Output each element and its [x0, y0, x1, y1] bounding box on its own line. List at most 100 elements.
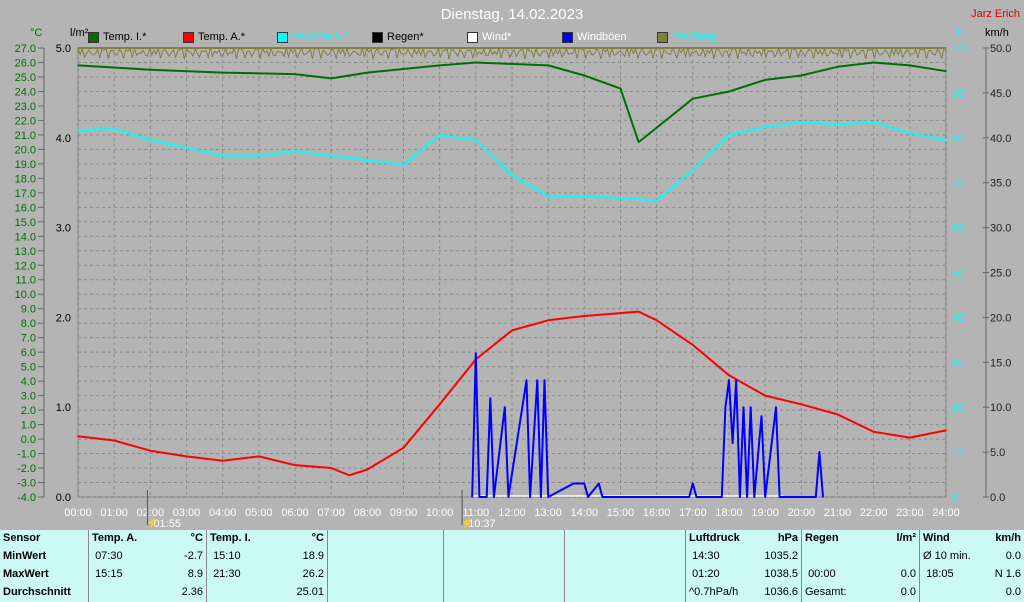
unit: hPa — [777, 532, 798, 544]
x-tick-label: 22:00 — [860, 507, 888, 519]
humidity-tick-label: 60 — [952, 223, 964, 235]
data-point — [822, 496, 824, 498]
cell: 25.01 — [296, 586, 324, 598]
humidity-tick-label: 0 — [952, 492, 958, 504]
temp-tick-label: 17.0 — [15, 188, 36, 200]
temp-tick-label: 12.0 — [15, 260, 36, 272]
data-point — [720, 496, 723, 498]
data-point — [909, 132, 911, 135]
unit: °C — [311, 532, 324, 544]
unit: l/m² — [896, 532, 916, 544]
x-tick-label: 01:00 — [100, 507, 128, 519]
data-point — [583, 482, 586, 485]
data-point — [475, 139, 477, 141]
data-point — [728, 374, 730, 377]
wind-tick-label: 35.0 — [990, 178, 1011, 190]
temp-tick-label: 24.0 — [15, 86, 36, 98]
cell: 26.2 — [302, 568, 324, 580]
temp-tick-label: 8.0 — [21, 318, 36, 330]
data-point — [402, 446, 405, 449]
cell: N 1.6 — [994, 568, 1021, 580]
cell: 0.0 — [900, 568, 916, 580]
x-tick-label: 06:00 — [281, 507, 309, 519]
cell: 0.0 — [900, 586, 916, 598]
axis-unit-label: km/h — [985, 27, 1009, 39]
data-point — [601, 496, 604, 498]
data-point — [485, 496, 488, 498]
data-point — [294, 464, 296, 466]
data-point — [475, 61, 477, 64]
temp-tick-label: 20.0 — [15, 144, 36, 156]
axis-unit-label: l/m² — [70, 27, 89, 39]
wind-tick-label: 45.0 — [990, 88, 1011, 100]
data-point — [692, 169, 694, 171]
x-tick-label: 12:00 — [498, 507, 526, 519]
temp-tick-label: 19.0 — [15, 159, 36, 171]
rain-tick-label: 1.0 — [56, 402, 71, 414]
event-marker-label: 10:37 — [468, 518, 496, 530]
temp-tick-label: 0.0 — [21, 434, 36, 446]
data-point — [655, 126, 658, 129]
temp-tick-label: 9.0 — [21, 304, 36, 316]
wind-tick-label: 5.0 — [990, 447, 1005, 459]
data-point — [471, 496, 474, 498]
temp-tick-label: 22.0 — [15, 115, 36, 127]
data-point — [547, 319, 549, 322]
data-point — [735, 379, 738, 382]
data-point — [478, 496, 481, 498]
temp-tick-label: 14.0 — [15, 231, 36, 243]
data-point — [511, 174, 513, 176]
cell: 1035.2 — [764, 550, 798, 562]
data-point — [688, 496, 691, 498]
x-tick-label: 19:00 — [751, 507, 779, 519]
data-point — [742, 406, 745, 409]
cell: Gesamt: — [805, 586, 847, 598]
data-point — [692, 344, 694, 346]
data-point — [503, 406, 506, 409]
wind-tick-label: 15.0 — [990, 357, 1011, 369]
data-point — [77, 64, 79, 67]
data-point — [149, 68, 152, 71]
data-point — [619, 312, 622, 314]
data-point — [540, 496, 542, 498]
data-point — [77, 435, 79, 437]
data-point — [655, 199, 658, 202]
cell: 15:15 — [95, 568, 123, 580]
data-point — [536, 379, 539, 382]
data-point — [583, 195, 586, 197]
data-point — [692, 482, 694, 485]
data-point — [728, 379, 730, 382]
data-point — [330, 77, 332, 80]
data-point — [438, 64, 441, 67]
data-point — [753, 496, 756, 498]
cell: ^0.7hPa/h — [689, 586, 739, 598]
data-point — [366, 468, 369, 471]
humidity-tick-label: 90 — [952, 88, 964, 100]
x-tick-label: 10:00 — [426, 507, 454, 519]
data-point — [366, 159, 369, 162]
data-point — [149, 139, 152, 141]
x-tick-label: 09:00 — [390, 507, 418, 519]
wind-tick-label: 10.0 — [990, 402, 1011, 414]
row-label: MinWert — [3, 550, 47, 562]
sensor-header: Sensor — [3, 532, 41, 544]
data-point — [655, 319, 658, 322]
data-point — [587, 496, 589, 498]
humidity-tick-label: 40 — [952, 312, 964, 324]
cell: 14:30 — [692, 550, 720, 562]
wind-tick-label: 0.0 — [990, 492, 1005, 504]
cell: 07:30 — [95, 550, 123, 562]
temp-tick-label: -4.0 — [17, 492, 36, 504]
cell: 0.0 — [1005, 550, 1021, 562]
rain-tick-label: 3.0 — [56, 223, 71, 235]
data-point — [909, 436, 911, 439]
data-point — [818, 451, 821, 453]
wind-tick-label: 25.0 — [990, 268, 1011, 280]
table-row: MaxWert 15:15 8.9 21:30 26.2 01:20 1038.5 0… — [0, 566, 1024, 584]
cell: 8.9 — [187, 568, 203, 580]
data-point — [529, 496, 531, 498]
data-point — [543, 379, 546, 382]
temp-i-header: Temp. I. — [210, 532, 251, 544]
data-point — [438, 403, 441, 406]
temp-tick-label: 18.0 — [15, 173, 36, 185]
